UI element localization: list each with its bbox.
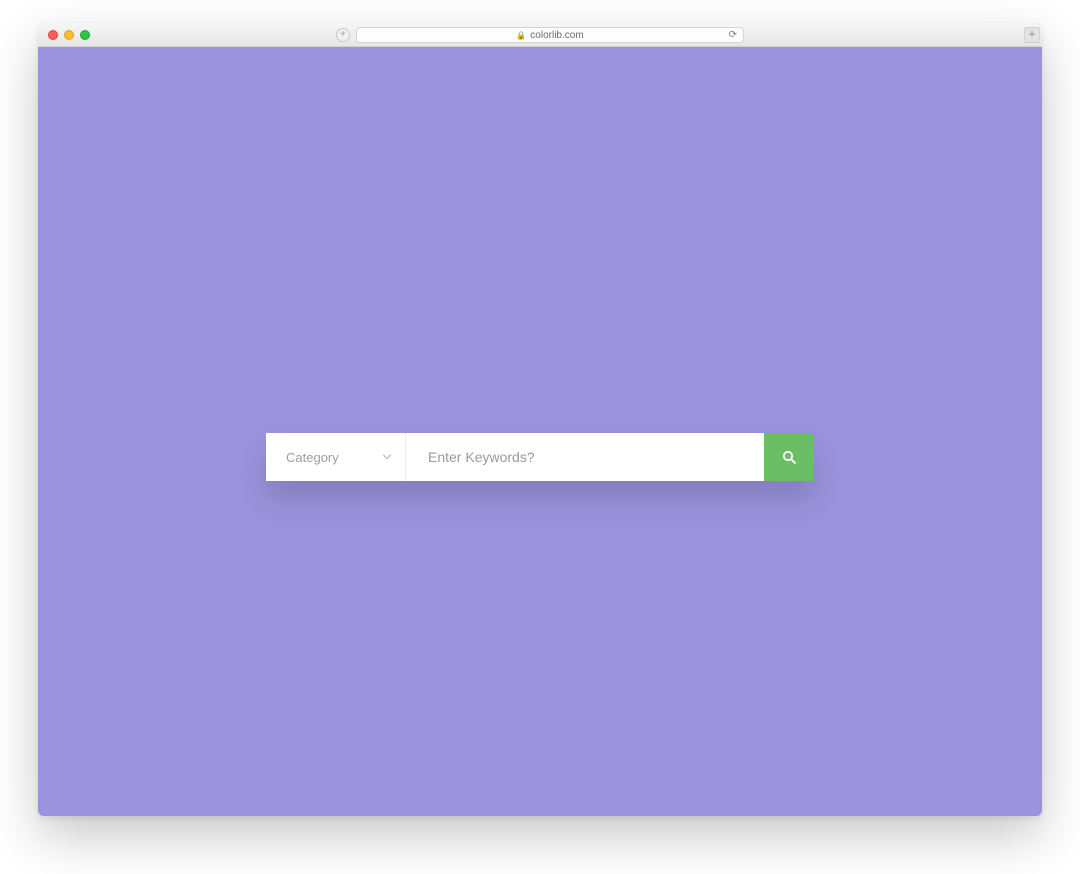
search-icon <box>782 450 796 464</box>
category-select[interactable]: Category <box>266 433 406 481</box>
address-bar[interactable]: 🔒 colorlib.com ⟳ <box>356 27 744 43</box>
minimize-window-button[interactable] <box>64 30 74 40</box>
new-tab-button[interactable]: + <box>1024 27 1040 43</box>
keywords-input-wrap <box>406 433 764 481</box>
category-select-label: Category <box>286 450 339 465</box>
titlebar: + 🔒 colorlib.com ⟳ + <box>38 23 1042 47</box>
reader-website-settings-button[interactable]: + <box>336 28 350 42</box>
page-viewport: Category <box>38 47 1042 816</box>
lock-icon: 🔒 <box>516 31 526 40</box>
address-bar-url: colorlib.com <box>530 30 583 41</box>
close-window-button[interactable] <box>48 30 58 40</box>
zoom-window-button[interactable] <box>80 30 90 40</box>
search-widget: Category <box>266 433 814 481</box>
address-bar-group: + 🔒 colorlib.com ⟳ <box>336 27 744 43</box>
traffic-lights <box>48 30 90 40</box>
chevron-down-icon <box>383 455 391 460</box>
search-button[interactable] <box>764 433 814 481</box>
reload-icon[interactable]: ⟳ <box>729 30 737 41</box>
keywords-input[interactable] <box>428 449 764 465</box>
browser-window: + 🔒 colorlib.com ⟳ + Category <box>38 23 1042 816</box>
